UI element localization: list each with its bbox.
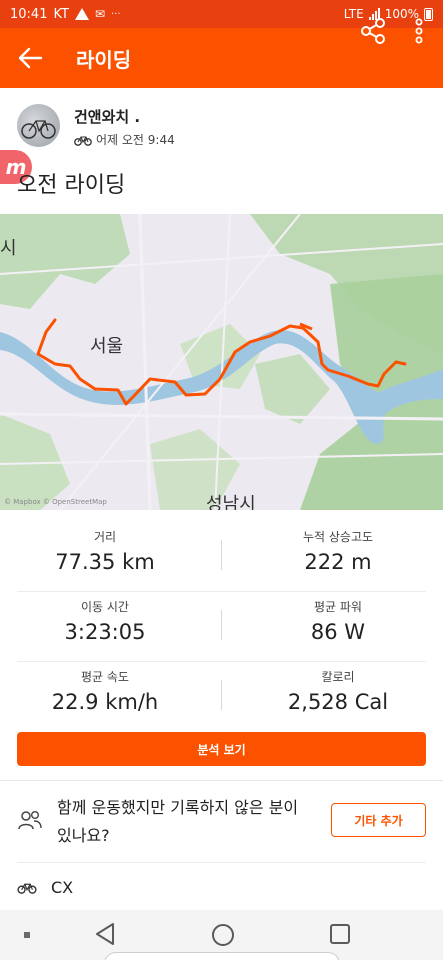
divider <box>221 610 222 640</box>
gear-name: CX <box>51 878 74 897</box>
notification-icon: ✉ <box>94 7 105 21</box>
nav-recent-apps-icon[interactable] <box>330 924 350 944</box>
view-analysis-button[interactable]: 분석 보기 <box>17 732 426 766</box>
status-time: 10:41 <box>10 6 48 22</box>
avatar[interactable] <box>17 104 60 147</box>
arrow-left-icon <box>18 47 43 69</box>
stat-value: 222 m <box>304 550 372 574</box>
stat-moving-time: 이동 시간 3:23:05 <box>0 592 210 644</box>
people-icon <box>18 811 42 830</box>
page-title: 라이딩 <box>76 47 132 72</box>
route-line <box>36 318 407 406</box>
stats-row: 거리 77.35 km 누적 상승고도 222 m <box>0 522 443 592</box>
stats-row: 이동 시간 3:23:05 평균 파워 86 W <box>0 592 443 662</box>
divider <box>17 862 426 863</box>
activity-meta: 어제 오전 9:44 <box>74 131 175 148</box>
stats-grid: 거리 77.35 km 누적 상승고도 222 m 이동 시간 3:23:05 … <box>0 522 443 732</box>
back-button[interactable] <box>0 28 60 88</box>
map-label-edge: 시 <box>0 238 17 259</box>
warning-icon <box>74 8 89 20</box>
nav-home-icon[interactable] <box>212 924 234 946</box>
athlete-name[interactable]: 건앤와치 . <box>74 106 140 127</box>
stat-value: 77.35 km <box>55 550 155 574</box>
bicycle-photo-icon <box>21 120 56 139</box>
stat-label: 이동 시간 <box>81 600 129 614</box>
divider <box>221 680 222 710</box>
stats-row: 평균 속도 22.9 km/h 칼로리 2,528 Cal <box>0 662 443 732</box>
activity-time: 어제 오전 9:44 <box>96 133 175 147</box>
bicycle-icon <box>17 883 37 894</box>
more-options-icon[interactable] <box>404 16 434 46</box>
activity-title: 오전 라이딩 <box>17 173 126 198</box>
stat-label: 평균 파워 <box>314 600 362 614</box>
more-notifications-icon: ··· <box>111 8 121 20</box>
stat-value: 22.9 km/h <box>51 690 159 714</box>
stat-label: 평균 속도 <box>81 670 129 684</box>
stat-label: 칼로리 <box>321 670 355 684</box>
nav-back-icon[interactable] <box>94 921 116 947</box>
add-others-prompt: 함께 운동했지만 기록하지 않은 분이 있나요? <box>57 798 299 845</box>
stat-label: 누적 상승고도 <box>302 530 374 544</box>
stat-distance: 거리 77.35 km <box>0 522 210 574</box>
stat-avg-speed: 평균 속도 22.9 km/h <box>0 662 210 714</box>
map-label-seongnam: 성남시 <box>206 494 256 510</box>
bicycle-icon <box>74 135 92 146</box>
status-carrier: KT <box>53 6 69 22</box>
map-label-seoul: 서울 <box>90 336 124 357</box>
nav-menu-icon[interactable] <box>24 932 30 938</box>
stat-avg-power: 평균 파워 86 W <box>233 592 443 644</box>
route-map[interactable]: 시 서울 성남시 © Mapbox © OpenStreetMap <box>0 214 443 510</box>
stat-value: 3:23:05 <box>64 620 146 644</box>
map-credit: © Mapbox © OpenStreetMap <box>4 498 107 506</box>
stat-value: 86 W <box>310 620 366 644</box>
divider <box>0 780 443 781</box>
gesture-handle[interactable] <box>104 952 340 960</box>
stat-elevation: 누적 상승고도 222 m <box>233 522 443 574</box>
divider <box>221 540 222 570</box>
gear-row[interactable]: CX <box>17 878 73 897</box>
add-others-button[interactable]: 기타 추가 <box>331 803 426 837</box>
stat-label: 거리 <box>93 530 117 544</box>
stat-value: 2,528 Cal <box>287 690 389 714</box>
share-icon[interactable] <box>358 16 388 46</box>
stat-calories: 칼로리 2,528 Cal <box>233 662 443 714</box>
